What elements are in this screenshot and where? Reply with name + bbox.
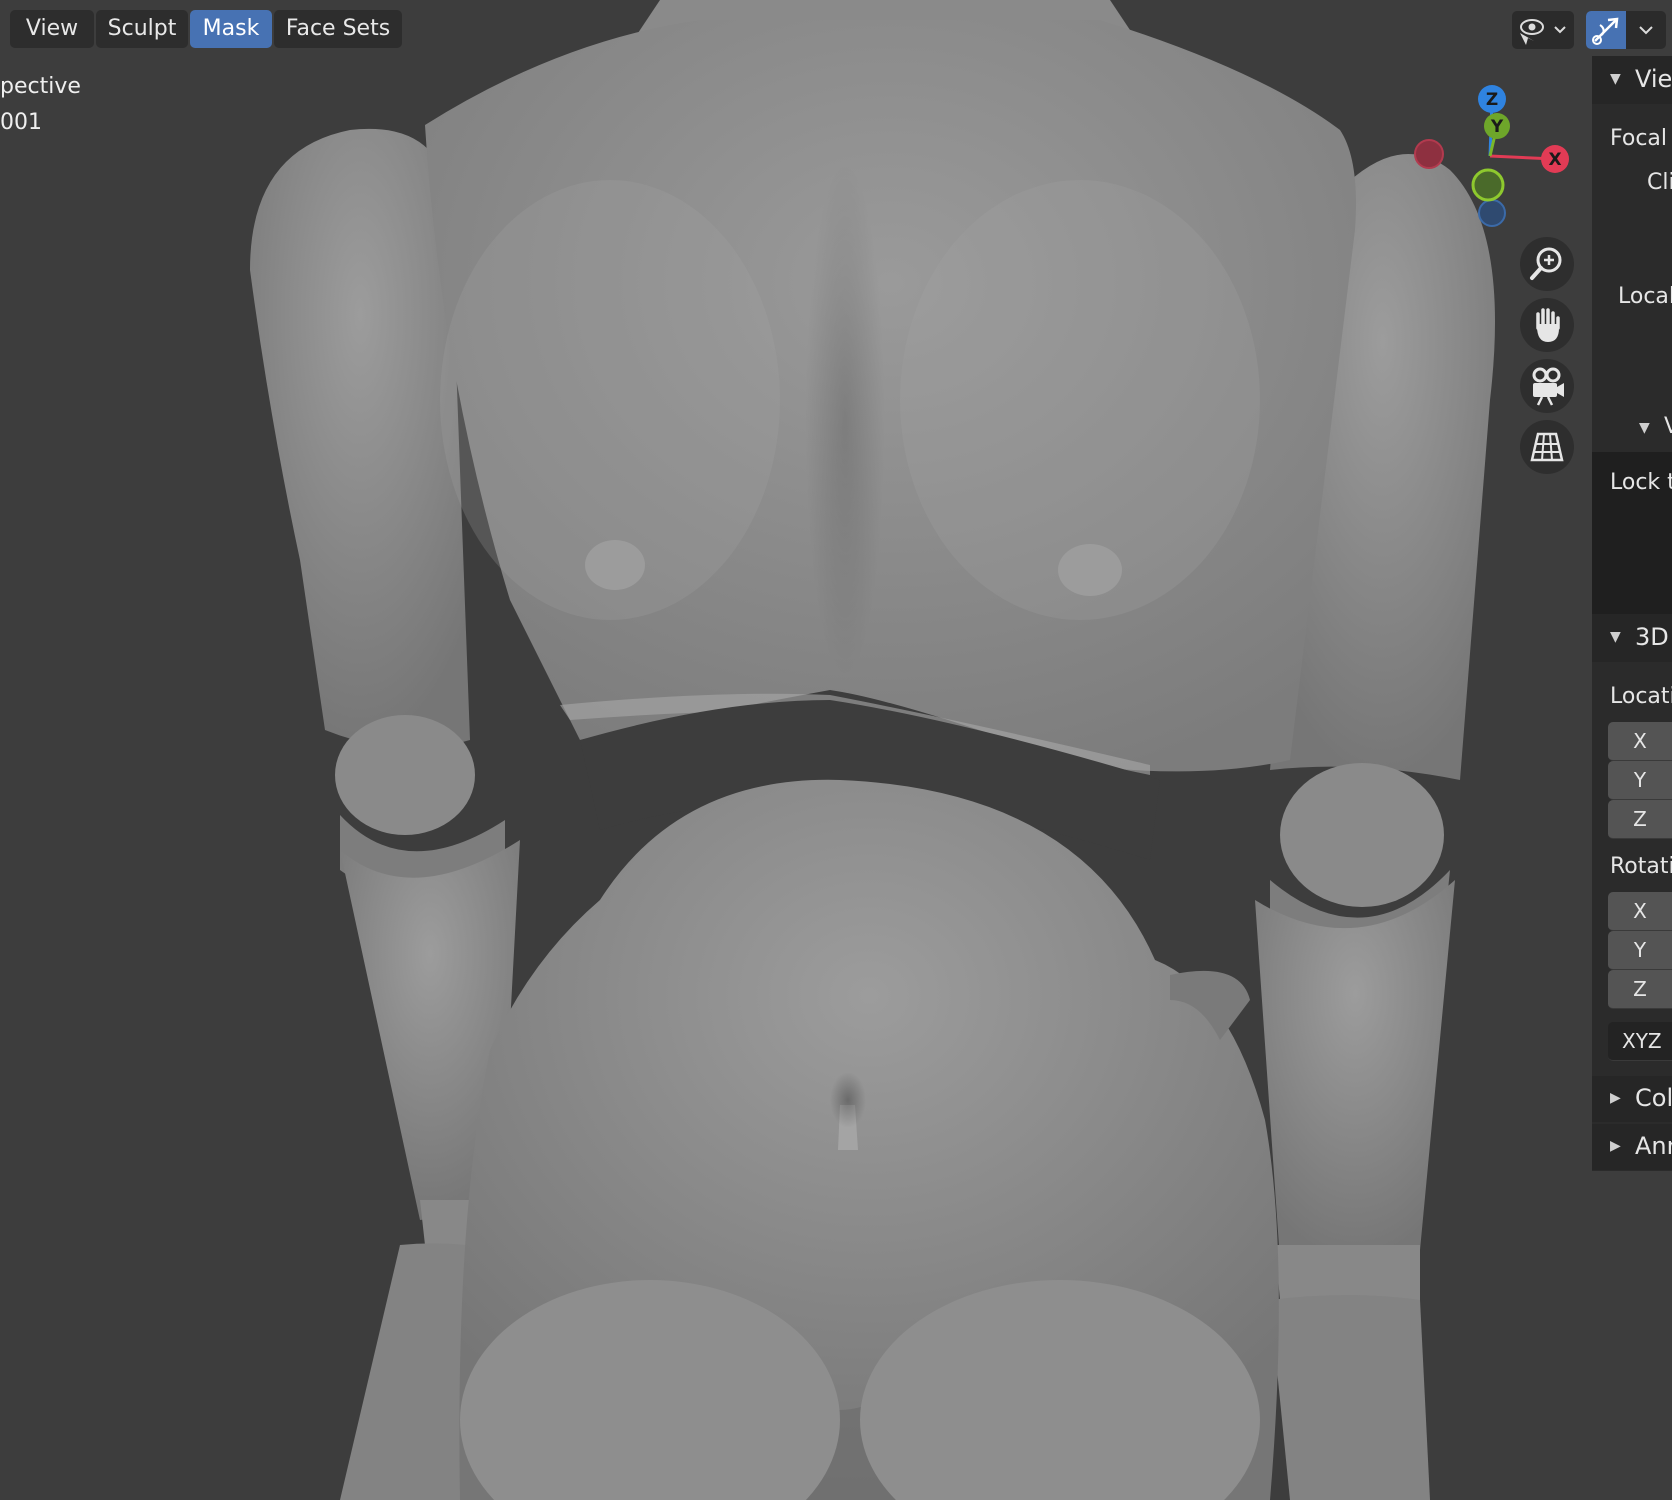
z-axis-label: Z [1486, 90, 1498, 110]
triangle-right-icon: ▶ [1610, 1138, 1621, 1154]
lock-to-object-label: Lock t [1610, 470, 1672, 495]
view-lock-subpanel: Lock t [1592, 452, 1672, 622]
rotation-mode-dropdown[interactable]: XYZ [1608, 1022, 1672, 1061]
zoom-button[interactable] [1520, 237, 1574, 291]
pan-button[interactable] [1520, 298, 1574, 352]
3d-cursor-panel-title: 3D [1635, 623, 1669, 651]
view-menu[interactable]: View [10, 10, 94, 48]
triangle-right-icon: ▶ [1610, 1090, 1621, 1106]
gizmo-toggle-button[interactable] [1586, 11, 1626, 49]
annotations-panel-header[interactable]: ▶ Ann [1592, 1124, 1672, 1170]
chevron-down-icon [1639, 26, 1653, 35]
clip-start-label: Cli [1647, 170, 1672, 195]
navigation-gizmo[interactable]: X Y Z [1395, 76, 1585, 236]
selectability-visibility-dropdown[interactable] [1512, 11, 1574, 49]
grid-perspective-icon [1530, 432, 1564, 462]
view-panel-header[interactable]: ▼ Vie [1592, 56, 1672, 104]
negative-z-axis-handle[interactable] [1478, 199, 1506, 227]
local-camera-label: Local [1618, 284, 1672, 309]
annotations-panel-title: Ann [1635, 1132, 1672, 1160]
cursor-rotation-y-field[interactable]: Y [1608, 931, 1672, 970]
collections-panel-header[interactable]: ▶ Col [1592, 1076, 1672, 1122]
cursor-location-x-field[interactable]: X [1608, 722, 1672, 761]
sidebar-panel: ▼ Vie Focal Cli Local ▼ V Lock t ▼ 3D Lo… [1592, 56, 1672, 1171]
cursor-rotation-x-field[interactable]: X [1608, 892, 1672, 931]
camera-icon [1532, 367, 1564, 406]
collections-panel-title: Col [1635, 1084, 1672, 1112]
3d-viewport[interactable]: View Sculpt Mask Face Sets pective 001 X… [0, 0, 1672, 1500]
location-label: Locati [1610, 684, 1672, 709]
mask-menu[interactable]: Mask [190, 10, 272, 48]
view-name-label: pective [0, 74, 81, 99]
3d-cursor-panel-header[interactable]: ▼ 3D [1592, 614, 1672, 662]
zoom-icon [1530, 247, 1562, 280]
gizmo-icon [1592, 17, 1619, 45]
pan-hand-icon [1536, 308, 1560, 342]
cursor-location-y-field[interactable]: Y [1608, 761, 1672, 800]
sculpt-menu[interactable]: Sculpt [96, 10, 188, 48]
triangle-down-icon: ▼ [1610, 71, 1621, 87]
negative-y-axis-handle[interactable] [1471, 168, 1505, 202]
perspective-toggle-button[interactable] [1520, 420, 1574, 474]
camera-view-button[interactable] [1520, 359, 1574, 413]
triangle-down-icon: ▼ [1610, 629, 1621, 645]
rotation-label: Rotati [1610, 854, 1672, 879]
x-axis-label: X [1548, 150, 1561, 170]
y-axis-label: Y [1490, 117, 1504, 137]
triangle-down-icon[interactable]: ▼ [1639, 420, 1650, 436]
view-lock-subpanel-title: V [1664, 414, 1672, 439]
eye-pointer-icon [1520, 19, 1566, 45]
object-name-label: 001 [0, 110, 42, 135]
cursor-location-z-field[interactable]: Z [1608, 800, 1672, 839]
view-panel-title: Vie [1635, 65, 1672, 93]
focal-length-label: Focal [1610, 126, 1668, 151]
gizmo-toggle-dropdown[interactable] [1586, 11, 1666, 49]
cursor-rotation-z-field[interactable]: Z [1608, 970, 1672, 1009]
negative-x-axis-handle[interactable] [1414, 139, 1444, 169]
face-sets-menu[interactable]: Face Sets [274, 10, 402, 48]
